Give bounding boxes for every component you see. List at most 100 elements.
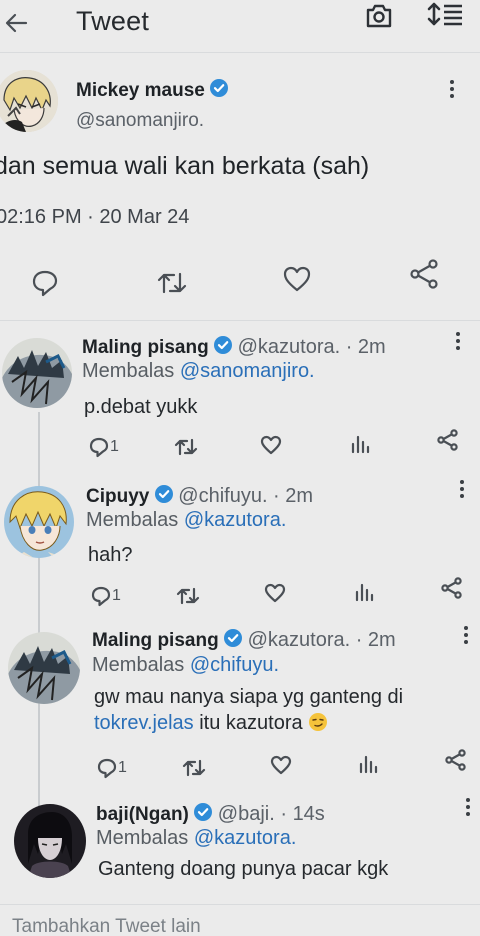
retweet-icon [157,272,187,294]
reply-button[interactable]: 1 [96,757,127,779]
replying-to: Membalas @kazutora. [86,509,286,532]
share-icon [410,259,438,289]
reply-more-options-button[interactable] [466,798,478,818]
reply-button[interactable]: 1 [90,585,121,607]
heart-icon [264,583,286,603]
analytics-button[interactable] [354,582,374,602]
reply-author-name[interactable]: baji(Ngan) [96,804,189,825]
analytics-icon [351,435,370,454]
replying-to-handle[interactable]: @sanomanjiro. [180,360,315,382]
reply-header: Cipuyy @chifuyu. · 2m [86,484,313,508]
reply-more-options-button[interactable] [460,480,472,500]
avatar[interactable] [8,632,80,704]
reply-meta[interactable]: @kazutora. · 2m [248,629,396,651]
tweet-datetime: 02:16 PM · 20 Mar 24 [0,206,190,228]
like-button[interactable] [260,434,282,456]
reply-header: baji(Ngan) @baji. · 14s [96,802,325,826]
analytics-button[interactable] [358,754,378,774]
reply-author-name[interactable]: Maling pisang [92,630,219,651]
analytics-icon [355,583,374,602]
share-button[interactable] [436,428,460,452]
replying-to-prefix: Membalas [92,654,190,676]
reply-text: gw mau nanya siapa yg ganteng di [94,686,404,708]
reply-header: Maling pisang @kazutora. · 2m [92,628,396,652]
like-button[interactable] [270,754,292,776]
reply-more-options-button[interactable] [464,626,476,646]
reply-icon [89,437,109,458]
replying-to-handle[interactable]: @kazutora. [184,509,287,531]
avatar[interactable] [0,70,58,132]
retweet-icon [176,587,200,605]
retweet-button[interactable] [182,757,206,779]
reply-count: 1 [118,759,127,776]
reply-count: 1 [110,438,119,455]
author-handle[interactable]: @sanomanjiro. [76,110,204,132]
more-options-button[interactable] [450,80,462,100]
avatar-kazutora-image [2,338,72,408]
reply-text-rest: itu kazutora [193,712,303,734]
like-button[interactable] [282,264,312,294]
reply-button[interactable]: 1 [88,436,119,458]
sort-button[interactable] [426,2,466,28]
reply-meta[interactable]: @kazutora. · 2m [238,336,386,358]
page-title: Tweet [76,6,150,36]
share-button[interactable] [444,748,468,772]
retweet-button[interactable] [156,268,188,298]
avatar[interactable] [4,486,74,558]
share-icon [441,577,462,599]
analytics-button[interactable] [350,434,370,454]
sort-icon [427,2,462,26]
reply-author-name[interactable]: Maling pisang [82,337,209,358]
author-name-row: Mickey mause [76,78,229,102]
retweet-button[interactable] [174,436,198,458]
verified-badge-icon [154,485,173,503]
reply-text: Ganteng doang punya pacar kgk [98,858,389,880]
verified-badge-icon [210,79,229,97]
replying-to: Membalas @sanomanjiro. [82,360,315,383]
avatar-chifuyu-image [4,486,74,558]
share-button[interactable] [408,258,440,290]
retweet-icon [182,759,206,777]
verified-badge-icon [194,803,213,821]
add-tweet-input[interactable]: Tambahkan Tweet lain [12,916,201,936]
reply-author-name[interactable]: Cipuyy [86,486,149,507]
avatar-baji-image [14,804,86,878]
reply-meta[interactable]: @baji. · 14s [218,803,325,825]
verified-badge-icon [214,336,233,354]
reply-icon [97,758,117,779]
analytics-icon [359,755,378,774]
share-icon [445,749,466,771]
reply-text-link[interactable]: tokrev.jelas [94,712,194,734]
camera-button[interactable] [364,2,394,30]
reply-text: hah? [88,544,133,566]
reply-more-options-button[interactable] [456,332,468,352]
avatar[interactable] [2,338,72,408]
verified-badge-icon [224,629,243,647]
like-button[interactable] [264,582,286,604]
share-icon [437,429,458,451]
heart-icon [260,435,282,455]
reply-count: 1 [112,587,121,604]
composer-divider [0,904,480,905]
share-button[interactable] [440,576,464,600]
reply-icon [32,270,58,297]
back-button[interactable] [2,8,32,38]
reply-meta[interactable]: @chifuyu. · 2m [178,485,313,507]
camera-icon [366,4,392,28]
reply-button[interactable] [30,268,60,298]
thread-line [38,412,40,812]
tweet-text: dan semua wali kan berkata (sah) [0,152,370,180]
replying-to-prefix: Membalas [86,509,184,531]
retweet-icon [174,438,198,456]
retweet-button[interactable] [176,585,200,607]
author-name[interactable]: Mickey mause [76,80,205,101]
replying-to-handle[interactable]: @kazutora. [194,827,297,849]
main-tweet-divider [0,320,480,321]
header-divider [0,52,480,53]
avatar-kazutora-image [8,632,80,704]
replying-to: Membalas @kazutora. [96,827,296,850]
replying-to-handle[interactable]: @chifuyu. [190,654,279,676]
heart-icon [283,266,311,292]
reply-text: p.debat yukk [84,396,198,418]
avatar[interactable] [14,804,86,878]
